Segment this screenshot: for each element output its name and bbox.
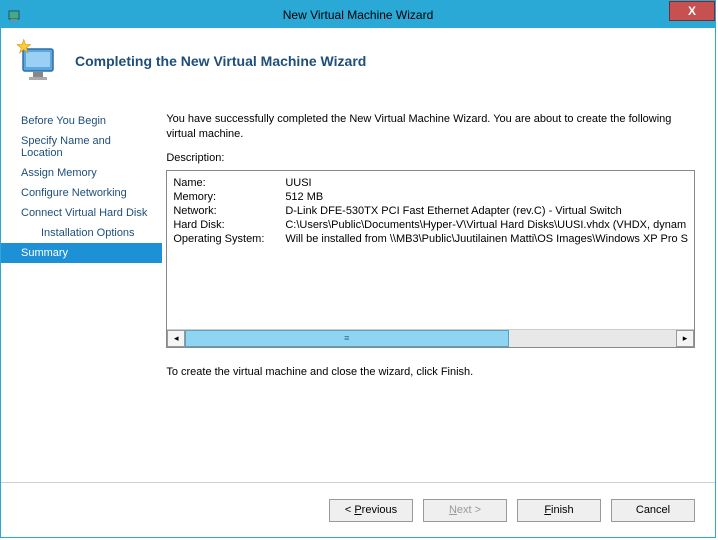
summary-value: UUSI xyxy=(285,177,688,189)
next-button: Next > xyxy=(423,499,507,522)
summary-value: Will be installed from \\MB3\Public\Juut… xyxy=(285,233,688,245)
summary-value: 512 MB xyxy=(285,191,688,203)
scroll-track[interactable]: ≡ xyxy=(185,330,676,347)
horizontal-scrollbar[interactable]: ◂ ≡ ▸ xyxy=(167,329,694,347)
wizard-main: You have successfully completed the New … xyxy=(162,95,715,482)
summary-key: Network: xyxy=(173,205,285,217)
summary-value: D-Link DFE-530TX PCI Fast Ethernet Adapt… xyxy=(285,205,688,217)
sidebar-item-before-you-begin[interactable]: Before You Begin xyxy=(1,111,162,131)
wizard-sidebar: Before You BeginSpecify Name and Locatio… xyxy=(1,95,162,482)
wizard-header: Completing the New Virtual Machine Wizar… xyxy=(1,28,715,95)
titlebar-title: New Virtual Machine Wizard xyxy=(1,8,715,22)
sidebar-item-specify-name-and-location[interactable]: Specify Name and Location xyxy=(1,131,162,163)
previous-button[interactable]: < Previous xyxy=(329,499,413,522)
description-label: Description: xyxy=(166,152,695,164)
sidebar-item-configure-networking[interactable]: Configure Networking xyxy=(1,183,162,203)
summary-row: Memory:512 MB xyxy=(173,191,688,203)
cancel-button[interactable]: Cancel xyxy=(611,499,695,522)
titlebar: New Virtual Machine Wizard X xyxy=(1,1,715,28)
summary-content: Name:UUSIMemory:512 MBNetwork:D-Link DFE… xyxy=(167,171,694,329)
summary-key: Hard Disk: xyxy=(173,219,285,231)
finish-note: To create the virtual machine and close … xyxy=(166,366,695,378)
scroll-left-button[interactable]: ◂ xyxy=(167,330,185,347)
sidebar-item-installation-options[interactable]: Installation Options xyxy=(1,223,162,243)
summary-value: C:\Users\Public\Documents\Hyper-V\Virtua… xyxy=(285,219,688,231)
sidebar-item-connect-virtual-hard-disk[interactable]: Connect Virtual Hard Disk xyxy=(1,203,162,223)
summary-row: Network:D-Link DFE-530TX PCI Fast Ethern… xyxy=(173,205,688,217)
wizard-body: Before You BeginSpecify Name and Locatio… xyxy=(1,95,715,482)
summary-key: Memory: xyxy=(173,191,285,203)
wizard-window: New Virtual Machine Wizard X Completing … xyxy=(0,0,716,538)
summary-key: Operating System: xyxy=(173,233,285,245)
intro-text: You have successfully completed the New … xyxy=(166,112,695,142)
summary-box: Name:UUSIMemory:512 MBNetwork:D-Link DFE… xyxy=(166,170,695,348)
summary-row: Operating System:Will be installed from … xyxy=(173,233,688,245)
summary-key: Name: xyxy=(173,177,285,189)
sidebar-item-assign-memory[interactable]: Assign Memory xyxy=(1,163,162,183)
scroll-right-button[interactable]: ▸ xyxy=(676,330,694,347)
wizard-footer: < Previous Next > Finish Cancel xyxy=(1,482,715,537)
wizard-header-icon xyxy=(15,37,63,85)
summary-row: Name:UUSI xyxy=(173,177,688,189)
sidebar-item-summary[interactable]: Summary xyxy=(1,243,162,263)
wizard-heading: Completing the New Virtual Machine Wizar… xyxy=(75,53,366,69)
finish-button[interactable]: Finish xyxy=(517,499,601,522)
scroll-thumb[interactable]: ≡ xyxy=(185,330,509,347)
summary-row: Hard Disk:C:\Users\Public\Documents\Hype… xyxy=(173,219,688,231)
close-button[interactable]: X xyxy=(669,1,715,21)
